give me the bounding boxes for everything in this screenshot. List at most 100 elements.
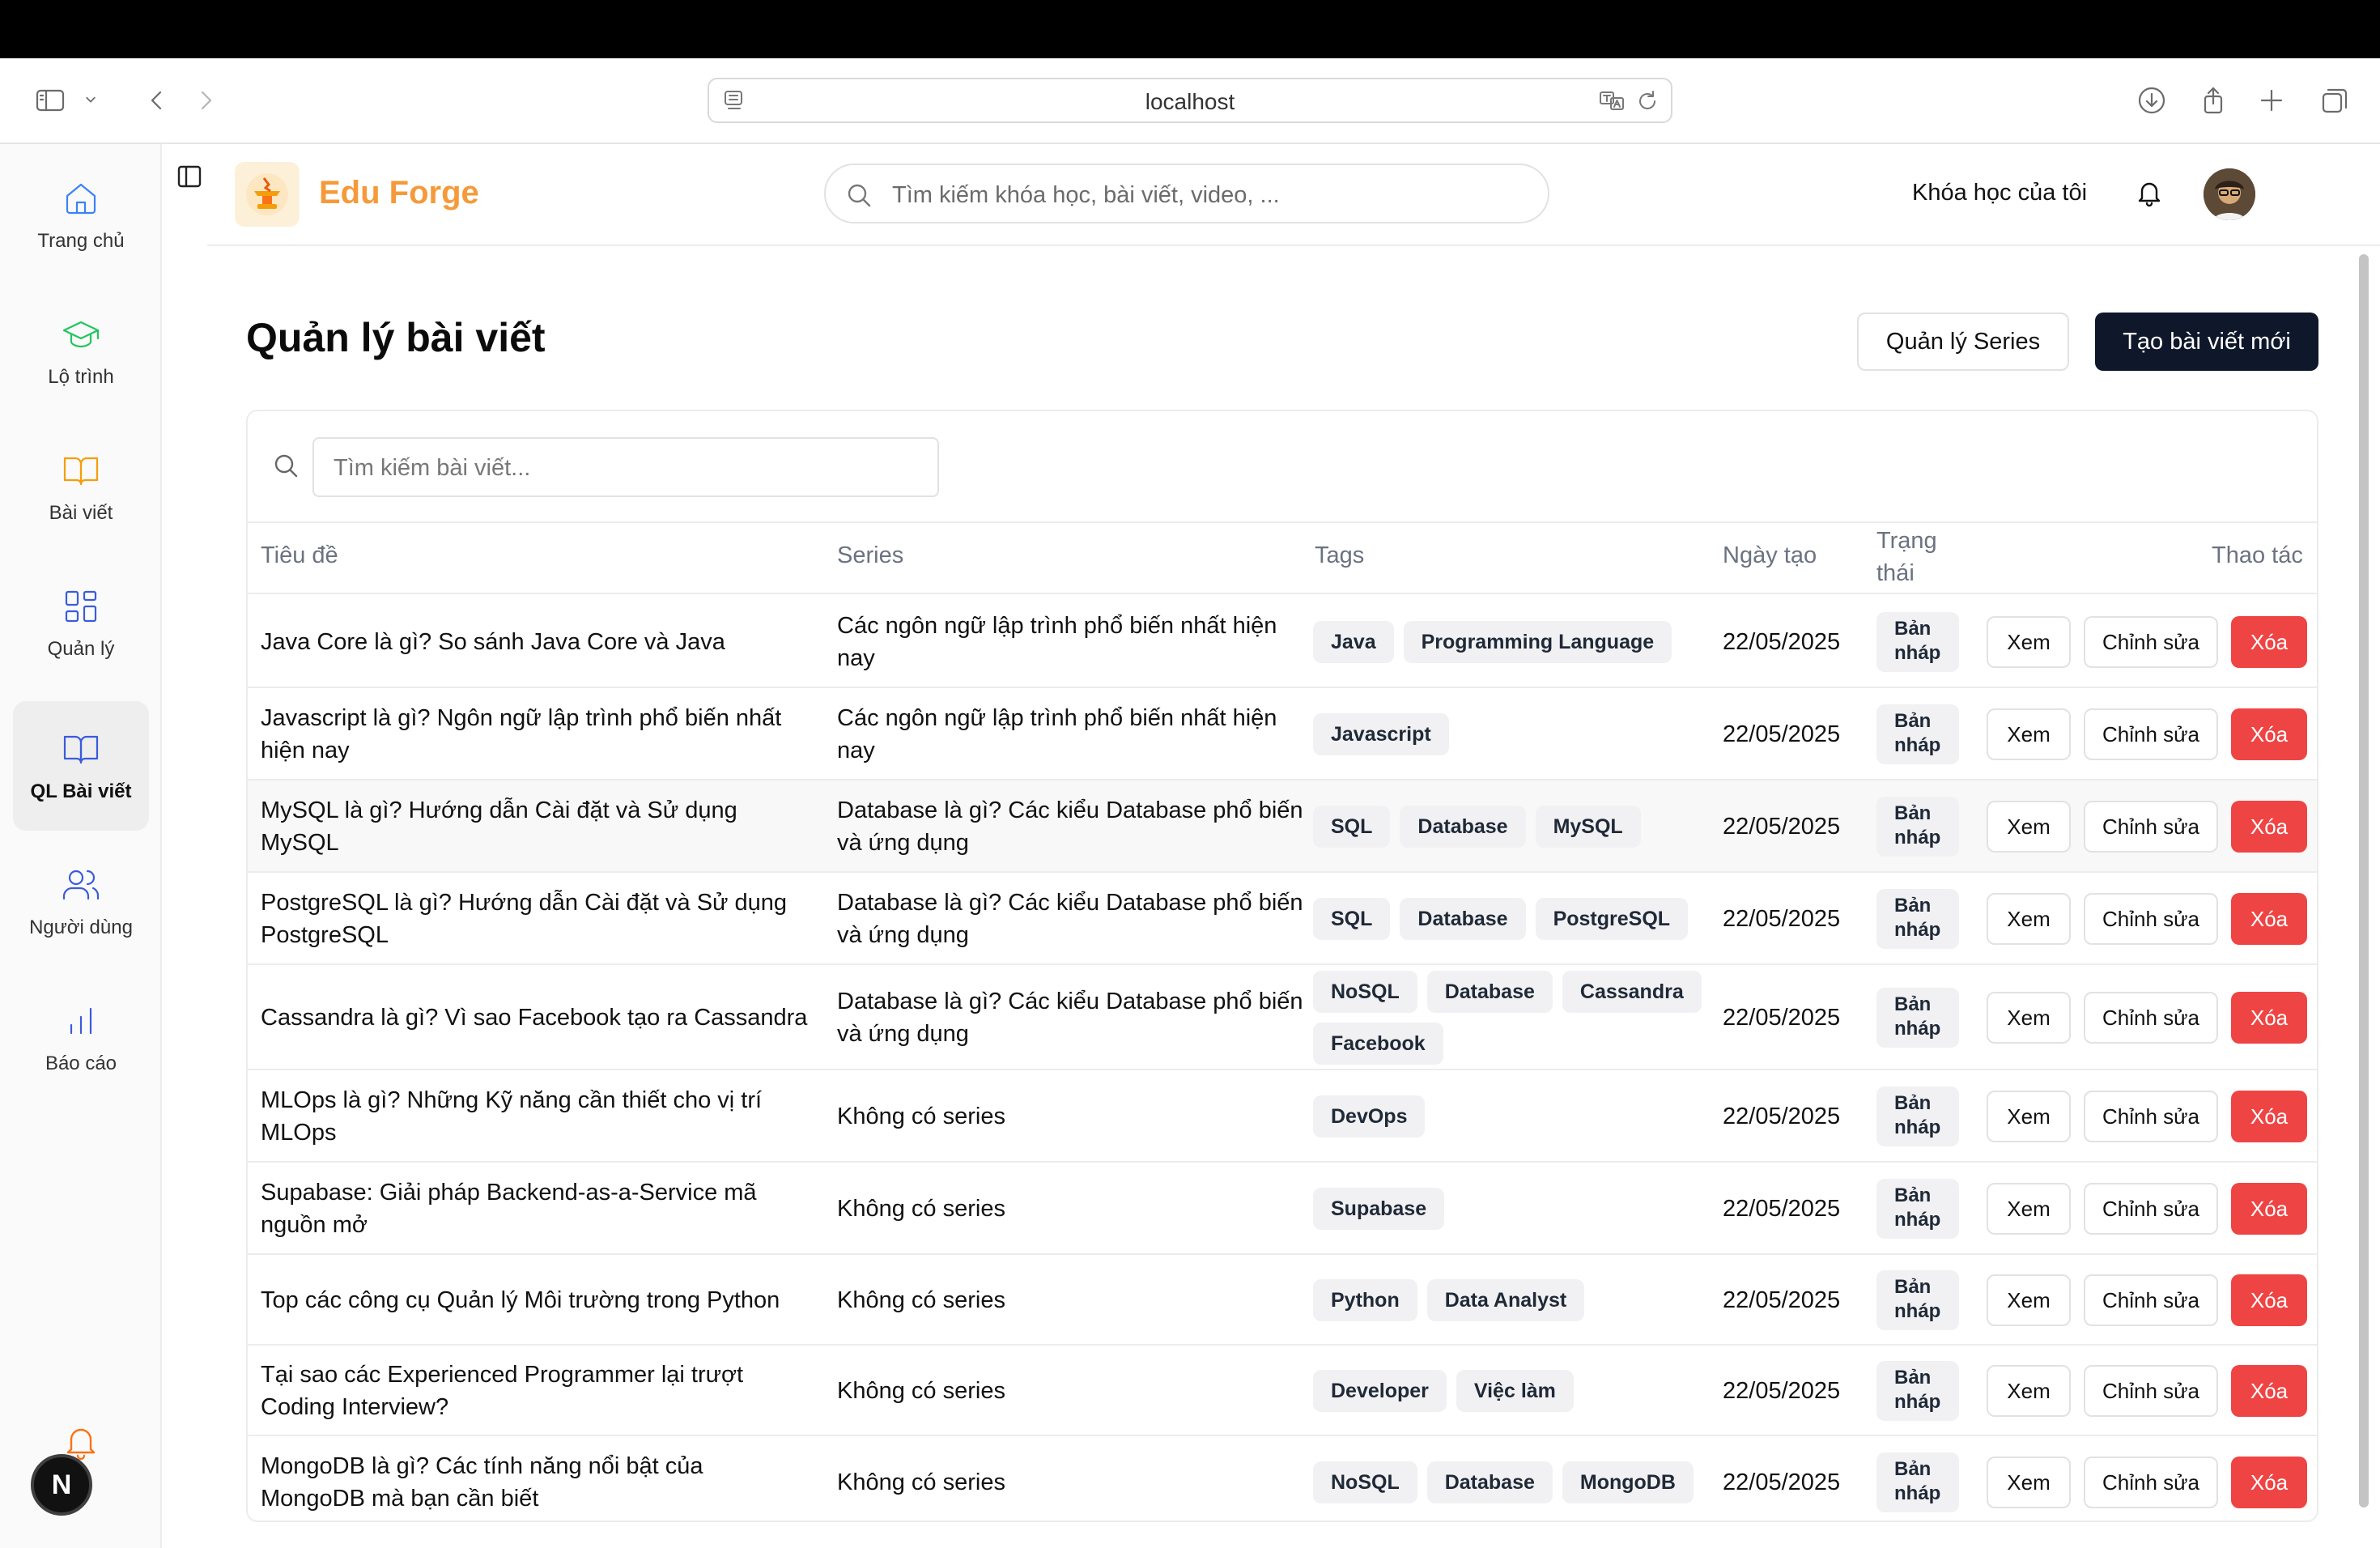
article-series: Không có series	[837, 1196, 1005, 1222]
back-icon[interactable]	[138, 81, 176, 120]
create-article-button[interactable]: Tạo bài viết mới	[2095, 313, 2318, 371]
table-row[interactable]: Cassandra là gì? Vì sao Facebook tạo ra …	[248, 965, 2317, 1070]
delete-button[interactable]: Xóa	[2231, 616, 2307, 668]
sidebar-item-article-management[interactable]: QL Bài viết	[13, 701, 149, 831]
share-icon[interactable]	[2194, 81, 2233, 120]
page-scrollbar-thumb[interactable]	[2359, 254, 2369, 1508]
created-date: 22/05/2025	[1723, 721, 1841, 747]
article-tags: NoSQL Database Cassandra Facebook	[1313, 971, 1718, 1065]
article-series: Database là gì? Các kiểu Database phổ bi…	[837, 989, 1303, 1047]
article-series: Các ngôn ngữ lập trình phổ biến nhất hiệ…	[837, 705, 1277, 763]
column-header-title[interactable]: Tiêu đề	[261, 542, 338, 569]
view-button[interactable]: Xem	[1987, 1457, 2071, 1508]
article-search-input[interactable]: Tìm kiếm bài viết...	[312, 437, 939, 497]
edit-button[interactable]: Chỉnh sửa	[2084, 1183, 2218, 1235]
edit-button[interactable]: Chỉnh sửa	[2084, 1274, 2218, 1326]
chevron-down-icon[interactable]	[78, 81, 104, 120]
created-date: 22/05/2025	[1723, 906, 1841, 932]
delete-button[interactable]: Xóa	[2231, 1183, 2307, 1235]
delete-button[interactable]: Xóa	[2231, 1365, 2307, 1417]
edit-button[interactable]: Chỉnh sửa	[2084, 992, 2218, 1044]
edit-button[interactable]: Chỉnh sửa	[2084, 1091, 2218, 1142]
avatar[interactable]	[2204, 168, 2255, 220]
table-row[interactable]: MongoDB là gì? Các tính năng nổi bật của…	[248, 1436, 2317, 1520]
global-search-input[interactable]: Tìm kiếm khóa học, bài viết, video, ...	[824, 164, 1549, 223]
view-button[interactable]: Xem	[1987, 801, 2071, 853]
article-tags: Python Data Analyst	[1313, 1279, 1718, 1321]
logo-icon	[246, 173, 288, 215]
translate-icon[interactable]	[1598, 87, 1626, 119]
column-header-status[interactable]: Trạng thái	[1876, 525, 1949, 589]
delete-button[interactable]: Xóa	[2231, 801, 2307, 853]
table-row[interactable]: Supabase: Giải pháp Backend-as-a-Service…	[248, 1163, 2317, 1255]
table-row[interactable]: Java Core là gì? So sánh Java Core và Ja…	[248, 596, 2317, 688]
view-button[interactable]: Xem	[1987, 893, 2071, 945]
table-row[interactable]: Top các công cụ Quản lý Môi trường trong…	[248, 1255, 2317, 1346]
article-series: Không có series	[837, 1287, 1005, 1313]
sidebar-item-reports[interactable]: Báo cáo	[13, 973, 149, 1103]
delete-button[interactable]: Xóa	[2231, 992, 2307, 1044]
table-row[interactable]: MySQL là gì? Hướng dẫn Cài đặt và Sử dụn…	[248, 780, 2317, 873]
notifications-bell-icon[interactable]	[2134, 176, 2166, 209]
manage-series-button[interactable]: Quản lý Series	[1857, 313, 2069, 371]
forward-icon[interactable]	[186, 81, 225, 120]
sidebar-toggle-icon[interactable]	[31, 81, 70, 120]
sidebar-item-home[interactable]: Trang chủ	[13, 151, 149, 280]
article-title: MLOps là gì? Những Kỹ năng cần thiết cho…	[261, 1087, 763, 1146]
tab-overview-icon[interactable]	[2315, 81, 2354, 120]
delete-button[interactable]: Xóa	[2231, 1091, 2307, 1142]
table-row[interactable]: MLOps là gì? Những Kỹ năng cần thiết cho…	[248, 1070, 2317, 1163]
url-text: localhost	[1145, 89, 1235, 114]
delete-button[interactable]: Xóa	[2231, 893, 2307, 945]
sidebar-item-manage[interactable]: Quản lý	[13, 559, 149, 688]
view-button[interactable]: Xem	[1987, 1091, 2071, 1142]
brand-logo[interactable]	[235, 162, 300, 227]
edit-button[interactable]: Chỉnh sửa	[2084, 1365, 2218, 1417]
user-avatar-image	[2204, 168, 2255, 220]
edit-button[interactable]: Chỉnh sửa	[2084, 708, 2218, 760]
tag-badge: Developer	[1313, 1370, 1447, 1412]
column-header-created[interactable]: Ngày tạo	[1723, 542, 1817, 569]
view-button[interactable]: Xem	[1987, 992, 2071, 1044]
nextjs-devtools-badge[interactable]: N	[31, 1454, 92, 1516]
article-series: Database là gì? Các kiểu Database phổ bi…	[837, 890, 1303, 948]
brand-name[interactable]: Edu Forge	[319, 175, 479, 211]
table-row[interactable]: PostgreSQL là gì? Hướng dẫn Cài đặt và S…	[248, 873, 2317, 965]
table-row[interactable]: Javascript là gì? Ngôn ngữ lập trình phổ…	[248, 688, 2317, 780]
sidebar-item-articles[interactable]: Bài viết	[13, 423, 149, 552]
table-row[interactable]: Tại sao các Experienced Programmer lại t…	[248, 1346, 2317, 1436]
edit-button[interactable]: Chỉnh sửa	[2084, 801, 2218, 853]
created-date: 22/05/2025	[1723, 814, 1841, 840]
view-button[interactable]: Xem	[1987, 616, 2071, 668]
sidebar-item-label: Quản lý	[47, 638, 115, 660]
column-header-series[interactable]: Series	[837, 542, 903, 569]
new-tab-icon[interactable]	[2252, 81, 2291, 120]
sidebar-item-users[interactable]: Người dùng	[13, 837, 149, 967]
article-tags: Java Programming Language	[1313, 621, 1718, 663]
created-date: 22/05/2025	[1723, 629, 1841, 655]
view-button[interactable]: Xem	[1987, 1274, 2071, 1326]
view-button[interactable]: Xem	[1987, 1365, 2071, 1417]
article-tags: SQL Database MySQL	[1313, 806, 1718, 848]
book-open-icon	[63, 735, 99, 764]
download-icon[interactable]	[2132, 81, 2171, 120]
column-header-tags[interactable]: Tags	[1315, 542, 1364, 569]
my-courses-link[interactable]: Khóa học của tôi	[1912, 180, 2087, 206]
delete-button[interactable]: Xóa	[2231, 1274, 2307, 1326]
delete-button[interactable]: Xóa	[2231, 1457, 2307, 1508]
table-header: Tiêu đề Series Tags Ngày tạo Trạng thái …	[248, 521, 2317, 594]
address-bar[interactable]: localhost	[708, 78, 1672, 123]
browser-toolbar: localhost	[0, 58, 2380, 144]
panel-toggle-icon[interactable]	[175, 162, 207, 194]
sidebar-item-roadmap[interactable]: Lộ trình	[13, 287, 149, 416]
view-button[interactable]: Xem	[1987, 1183, 2071, 1235]
delete-button[interactable]: Xóa	[2231, 708, 2307, 760]
view-button[interactable]: Xem	[1987, 708, 2071, 760]
edit-button[interactable]: Chỉnh sửa	[2084, 893, 2218, 945]
article-title: Tại sao các Experienced Programmer lại t…	[261, 1362, 744, 1420]
tag-badge: Python	[1313, 1279, 1417, 1321]
edit-button[interactable]: Chỉnh sửa	[2084, 1457, 2218, 1508]
edit-button[interactable]: Chỉnh sửa	[2084, 616, 2218, 668]
reload-icon[interactable]	[1634, 87, 1661, 119]
tag-badge: PostgreSQL	[1535, 898, 1689, 940]
